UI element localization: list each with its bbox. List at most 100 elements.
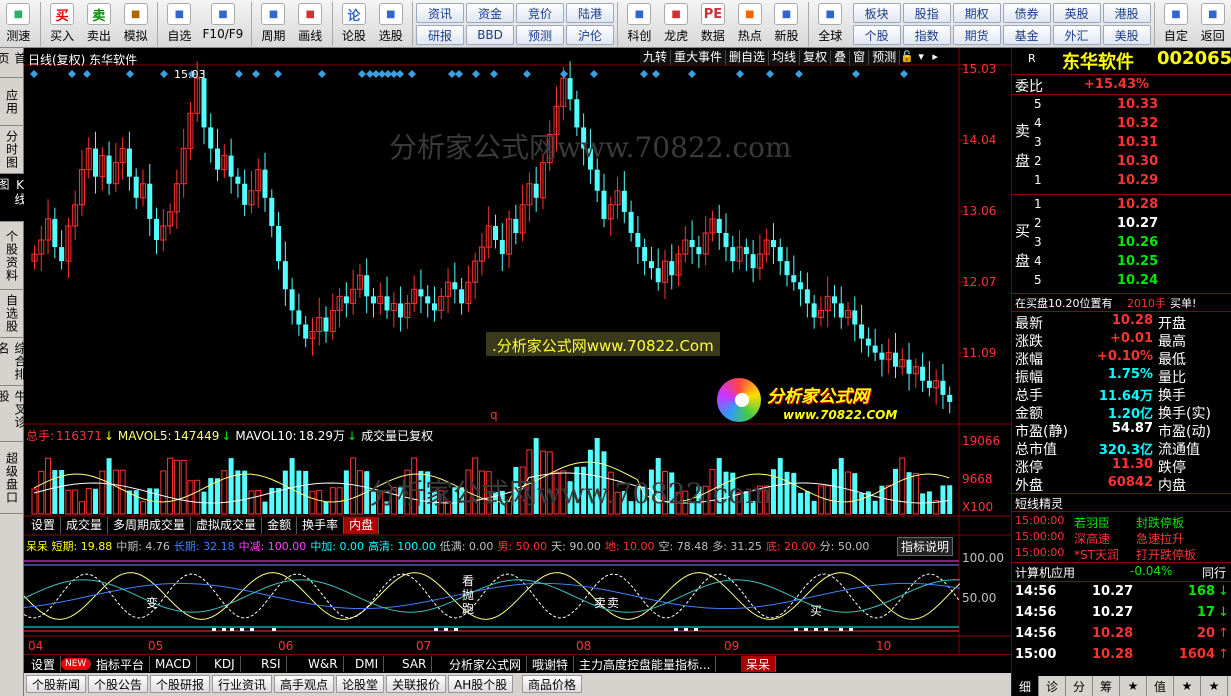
indicator-tab-哦谢特[interactable]: 哦谢特 — [527, 656, 575, 672]
lock-icon[interactable]: 🔓 — [900, 50, 914, 65]
indicator-explain-button[interactable]: 指标说明 — [897, 537, 954, 556]
toolbar-自选-button[interactable]: ■ 自选 — [161, 0, 198, 48]
info-tab-个股新闻[interactable]: 个股新闻 — [26, 675, 87, 693]
volume-tab-内盘[interactable]: 内盘 — [344, 517, 380, 534]
toolbar-返回-button[interactable]: ■ 返回 — [1194, 0, 1231, 48]
toolbar-选股-button[interactable]: ■ 选股 — [372, 0, 409, 48]
grid-button-沪伦[interactable]: 沪伦 — [566, 25, 615, 45]
toolbar-模拟-button[interactable]: ■ 模拟 — [117, 0, 154, 48]
chart-tool-预测[interactable]: 预测 — [869, 50, 901, 65]
grid-button-陆港[interactable]: 陆港 — [566, 3, 615, 23]
indicator-tab-分析家公式网[interactable]: 分析家公式网 — [444, 656, 528, 672]
toolbar-新股-button[interactable]: ■ 新股 — [768, 0, 805, 48]
volume-tab-金额[interactable]: 金额 — [262, 517, 298, 534]
toolbar-测速-button[interactable]: ■ 测速 — [0, 0, 37, 48]
quote-tab-5[interactable]: 值 — [1147, 676, 1174, 696]
toolbar-画线-button[interactable]: ■ 画线 — [292, 0, 329, 48]
toolbar-周期-button[interactable]: ■ 周期 — [255, 0, 292, 48]
chart-tool-九转[interactable]: 九转 — [640, 50, 672, 65]
toolbar-f10-f9-button[interactable]: ■ F10/F9 — [198, 0, 248, 48]
toolbar-自定-button[interactable]: ■ 自定 — [1158, 0, 1195, 48]
grid-button-美股[interactable]: 美股 — [1102, 25, 1151, 45]
grid-button-资金[interactable]: 资金 — [466, 3, 515, 23]
grid-button-个股[interactable]: 个股 — [852, 25, 901, 45]
dropdown-icon[interactable]: ▾ — [914, 50, 928, 65]
quote-tab-3[interactable]: 筹 — [1093, 676, 1120, 696]
info-tab-论股堂[interactable]: 论股堂 — [336, 675, 385, 693]
grid-button-板块[interactable]: 板块 — [852, 3, 901, 23]
quote-tab-7[interactable]: ★ — [1201, 676, 1228, 696]
left-tab-应用[interactable]: 应用 — [0, 78, 24, 126]
left-tab-首页[interactable]: 首页 — [0, 48, 27, 78]
indicator-tab-macd[interactable]: MACD — [150, 656, 197, 672]
chart-tool-重大事件[interactable]: 重大事件 — [671, 50, 727, 65]
indicator-tab-kdj[interactable]: KDJ — [209, 656, 241, 672]
grid-button-英股[interactable]: 英股 — [1052, 3, 1101, 23]
toolbar-龙虎-button[interactable]: ■ 龙虎 — [658, 0, 695, 48]
chart-tool-复权[interactable]: 复权 — [800, 50, 832, 65]
grid-button-研报[interactable]: 研报 — [416, 25, 465, 45]
kline-chart-area[interactable]: 日线(复权) 东华软件 九转 重大事件 删自选 均线 复权叠窗预测 🔓 ▾ ▸ 15.03 分… — [24, 48, 1011, 658]
toolbar-全球-button[interactable]: ■ 全球 — [812, 0, 849, 48]
indicator-tab-主力高度控盘能量指标-[interactable]: 主力高度控盘能量指标... — [574, 656, 717, 672]
info-tab-高手观点[interactable]: 高手观点 — [274, 675, 335, 693]
quote-tab-1[interactable]: 诊 — [1039, 676, 1066, 696]
chart-tool-叠[interactable]: 叠 — [831, 50, 851, 65]
chart-tool-窗[interactable]: 窗 — [850, 50, 870, 65]
candle-body-83 — [594, 169, 600, 191]
grid-button-基金[interactable]: 基金 — [1002, 25, 1051, 45]
toolbar-卖出-button[interactable]: 卖卖出 — [81, 0, 118, 48]
grid-button-债券[interactable]: 债券 — [1002, 3, 1051, 23]
grid-button-指数[interactable]: 指数 — [902, 25, 951, 45]
toolbar-数据-button[interactable]: PE 数据 — [695, 0, 732, 48]
grid-button-期货[interactable]: 期货 — [952, 25, 1001, 45]
left-tab-超级盘口[interactable]: 超级盘口 — [0, 442, 24, 514]
left-tab-分时图[interactable]: 分时图 — [0, 126, 24, 174]
indicator-tab-sar[interactable]: SAR — [397, 656, 433, 672]
chart-tool-均线[interactable]: 均线 — [769, 50, 801, 65]
indicator-tab-w-r[interactable]: W&R — [303, 656, 344, 672]
pe-icon: PE — [700, 3, 725, 25]
chart-tool-删自选[interactable]: 删自选 — [726, 50, 770, 65]
indicator-tab-dmi[interactable]: DMI — [350, 656, 385, 672]
toolbar-热点-button[interactable]: ■ 热点 — [731, 0, 768, 48]
left-tab-k线图[interactable]: K线图 — [0, 174, 27, 222]
info-tab-行业资讯[interactable]: 行业资讯 — [212, 675, 273, 693]
menu-icon[interactable]: ▸ — [928, 50, 942, 65]
toolbar-买入-button[interactable]: 买买入 — [44, 0, 81, 48]
left-tab-个股资料[interactable]: 个股资料 — [0, 222, 24, 290]
quote-tab-6[interactable]: ★ — [1174, 676, 1201, 696]
volume-tab-设置[interactable]: 设置 — [26, 517, 62, 534]
grid-button-股指[interactable]: 股指 — [902, 3, 951, 23]
quote-tab-4[interactable]: ★ — [1120, 676, 1147, 696]
indicator-tab-设置[interactable]: 设置 — [26, 656, 62, 672]
info-tab-商品价格[interactable]: 商品价格 — [522, 675, 583, 693]
volume-tab-成交量[interactable]: 成交量 — [61, 517, 109, 534]
grid-button-预测[interactable]: 预测 — [516, 25, 565, 45]
indicator-tab-指标平台[interactable]: 指标平台 — [91, 656, 151, 672]
grid-button-外汇[interactable]: 外汇 — [1052, 25, 1101, 45]
quote-tab-0[interactable]: 细 — [1012, 676, 1039, 696]
grid-button-资讯[interactable]: 资讯 — [416, 3, 465, 23]
volume-tab-多周期成交量[interactable]: 多周期成交量 — [108, 517, 192, 534]
info-tab-个股公告[interactable]: 个股公告 — [88, 675, 149, 693]
toolbar-科创-button[interactable]: ■ 科创 — [621, 0, 658, 48]
pencil-icon: ■ — [298, 3, 323, 25]
grid-button-期权[interactable]: 期权 — [952, 3, 1001, 23]
indicator-legend-item: 底: 20.00 — [765, 540, 816, 553]
indicator-tab-呆呆[interactable]: 呆呆 — [741, 656, 777, 672]
indicator-tab-rsi[interactable]: RSI — [256, 656, 287, 672]
left-tab-自选股[interactable]: 自选股 — [0, 290, 24, 338]
quote-tab-2[interactable]: 分 — [1066, 676, 1093, 696]
grid-button-港股[interactable]: 港股 — [1102, 3, 1151, 23]
info-tab-ah股个股[interactable]: AH股个股 — [448, 675, 514, 693]
grid-button-bbd[interactable]: BBD — [466, 25, 515, 45]
left-tab-牛叉诊股[interactable]: 牛叉诊股 — [0, 386, 27, 442]
toolbar-论股-button[interactable]: 论论股 — [336, 0, 373, 48]
info-tab-关联报价[interactable]: 关联报价 — [386, 675, 447, 693]
volume-tab-换手率[interactable]: 换手率 — [297, 517, 345, 534]
left-tab-综合排名[interactable]: 综合排名 — [0, 338, 27, 386]
grid-button-竞价[interactable]: 竞价 — [516, 3, 565, 23]
info-tab-个股研报[interactable]: 个股研报 — [150, 675, 211, 693]
volume-tab-虚拟成交量[interactable]: 虚拟成交量 — [191, 517, 263, 534]
